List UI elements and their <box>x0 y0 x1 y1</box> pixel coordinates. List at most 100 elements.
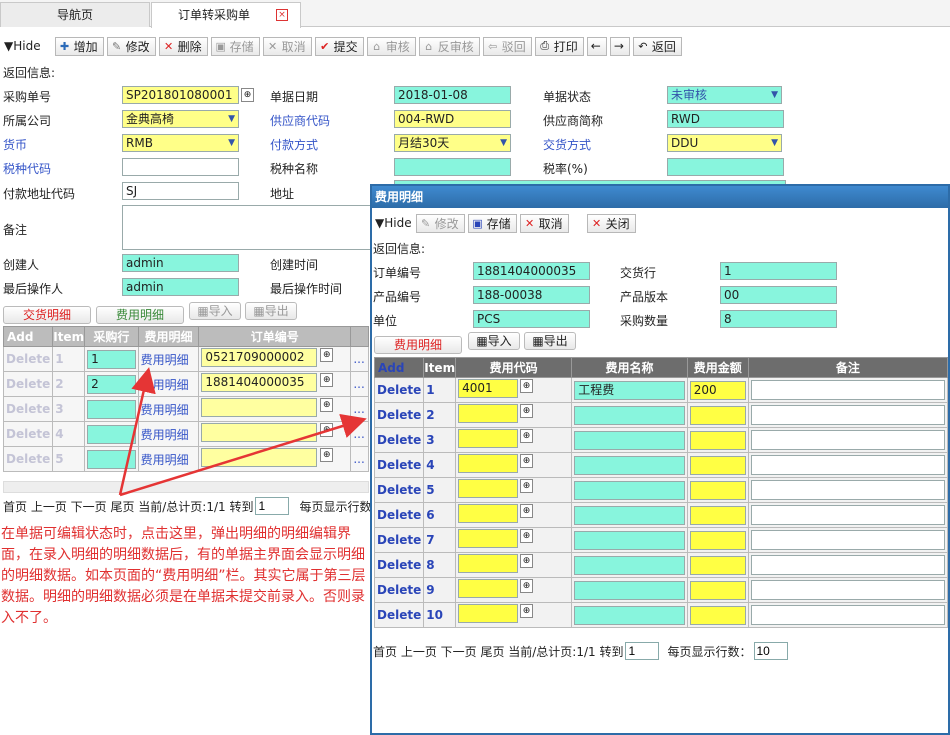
delete-row-button[interactable]: Delete <box>373 377 425 403</box>
fee-amount-field[interactable] <box>689 555 746 575</box>
fee-remark-field[interactable] <box>750 530 945 550</box>
fee-remark-field[interactable] <box>750 605 945 625</box>
fee-grid-header: 费用金额 <box>686 357 749 378</box>
order-no-field: 1881404000035 <box>473 262 590 280</box>
fee-remark-field[interactable] <box>750 480 945 500</box>
item-cell: 9 <box>423 577 457 603</box>
dialog-export-button[interactable]: ▦导出 <box>524 332 576 350</box>
arrow-to-fee-link <box>118 367 156 496</box>
fee-code-cell: ⊕ <box>455 427 573 453</box>
fee-name-cell <box>571 577 688 603</box>
fee-remark-field[interactable] <box>750 505 945 525</box>
fee-amount-field[interactable] <box>689 580 746 600</box>
fee-name-field[interactable] <box>574 405 685 425</box>
lookup-icon[interactable]: ⊕ <box>520 379 534 393</box>
fee-remark-field[interactable] <box>750 430 945 450</box>
dialog-save-button[interactable]: ▣ 存储 <box>467 213 517 233</box>
fee-name-cell: 工程费 <box>571 377 688 403</box>
item-cell: 2 <box>423 402 457 428</box>
fee-amount-field[interactable] <box>689 430 746 450</box>
fee-name-field[interactable]: 工程费 <box>574 380 685 400</box>
lookup-icon[interactable]: ⊕ <box>520 504 534 518</box>
dialog-hide-toggle[interactable]: ▼Hide <box>375 216 412 230</box>
dialog-pager-text[interactable]: 首页 上一页 下一页 尾页 当前/总计页:1/1 转到 <box>373 643 623 660</box>
fee-code-cell: ⊕ <box>455 552 573 578</box>
item-cell: 3 <box>423 427 457 453</box>
fee-code-field[interactable] <box>458 554 519 573</box>
dialog-edit-button[interactable]: ✎ 修改 <box>415 213 465 233</box>
fee-code-field[interactable] <box>458 479 519 498</box>
fee-amount-field[interactable] <box>689 480 746 500</box>
lookup-icon[interactable]: ⊕ <box>520 454 534 468</box>
fee-name-field[interactable] <box>574 455 685 475</box>
dialog-goto-input[interactable] <box>625 642 660 660</box>
fee-remark-field[interactable] <box>750 455 945 475</box>
fee-amount-field[interactable] <box>689 605 746 625</box>
dialog-fee-button[interactable]: 费用明细 <box>374 336 462 354</box>
lookup-icon[interactable]: ⊕ <box>520 604 534 618</box>
dialog-page-size-input[interactable] <box>753 642 788 660</box>
fee-code-field[interactable] <box>458 504 519 523</box>
fee-code-field[interactable] <box>458 604 519 623</box>
dialog-return-info: 返回信息: <box>373 242 426 256</box>
fee-code-field[interactable] <box>458 429 519 448</box>
lookup-icon[interactable]: ⊕ <box>520 554 534 568</box>
fee-name-field[interactable] <box>574 580 685 600</box>
delete-row-button[interactable]: Delete <box>373 527 425 553</box>
table-row: Delete 7 ⊕ <box>373 527 949 553</box>
dialog-page-size-label: 每页显示行数： <box>667 644 752 659</box>
fee-name-field[interactable] <box>574 505 685 525</box>
unit-field: PCS <box>473 310 590 328</box>
lookup-icon[interactable]: ⊕ <box>520 579 534 593</box>
delete-row-button[interactable]: Delete <box>373 602 425 628</box>
unit-label: 单位 <box>373 314 398 328</box>
fee-name-field[interactable] <box>574 480 685 500</box>
lookup-icon[interactable]: ⊕ <box>520 404 534 418</box>
fee-grid-header: 备注 <box>747 357 949 378</box>
lookup-icon[interactable]: ⊕ <box>520 479 534 493</box>
fee-amount-field[interactable] <box>689 455 746 475</box>
product-version-label: 产品版本 <box>620 290 669 304</box>
dialog-cancel-button[interactable]: ✕ 取消 <box>519 213 569 233</box>
fee-name-field[interactable] <box>574 605 685 625</box>
fee-name-field[interactable] <box>574 555 685 575</box>
fee-remark-field[interactable] <box>750 405 945 425</box>
arrow-to-dialog <box>119 413 367 497</box>
fee-remark-field[interactable] <box>750 380 945 400</box>
fee-remark-cell <box>747 377 949 403</box>
item-cell: 1 <box>423 377 457 403</box>
fee-remark-cell <box>747 502 949 528</box>
delete-row-button[interactable]: Delete <box>373 402 425 428</box>
fee-remark-field[interactable] <box>750 580 945 600</box>
dialog-close-button[interactable]: ✕ 关闭 <box>586 213 636 233</box>
delete-row-button[interactable]: Delete <box>373 477 425 503</box>
lookup-icon[interactable]: ⊕ <box>520 429 534 443</box>
fee-code-field[interactable] <box>458 529 519 548</box>
fee-code-cell: ⊕ <box>455 527 573 553</box>
fee-amount-field[interactable] <box>689 505 746 525</box>
dialog-edit-label: 修改 <box>434 216 459 231</box>
fee-amount-field[interactable] <box>689 530 746 550</box>
fee-amount-field[interactable] <box>689 405 746 425</box>
lookup-icon[interactable]: ⊕ <box>520 529 534 543</box>
fee-remark-field[interactable] <box>750 555 945 575</box>
fee-grid-header: 费用代码 <box>455 357 573 378</box>
fee-code-field[interactable] <box>458 404 519 423</box>
delete-row-button[interactable]: Delete <box>373 427 425 453</box>
delete-row-button[interactable]: Delete <box>373 552 425 578</box>
fee-name-cell <box>571 452 688 478</box>
dialog-close-label: 关闭 <box>605 216 630 231</box>
fee-code-field[interactable] <box>458 454 519 473</box>
table-row: Delete 6 ⊕ <box>373 502 949 528</box>
delete-row-button[interactable]: Delete <box>373 452 425 478</box>
fee-code-field[interactable] <box>458 579 519 598</box>
fee-name-field[interactable] <box>574 430 685 450</box>
fee-name-field[interactable] <box>574 530 685 550</box>
dialog-import-button[interactable]: ▦导入 <box>468 332 520 350</box>
fee-amount-cell: 200 <box>686 377 749 403</box>
delete-row-button[interactable]: Delete <box>373 502 425 528</box>
fee-code-field[interactable]: 4001 <box>458 379 519 398</box>
dialog-title[interactable]: 费用明细 <box>372 186 948 208</box>
fee-amount-field[interactable]: 200 <box>689 380 746 400</box>
delete-row-button[interactable]: Delete <box>373 577 425 603</box>
